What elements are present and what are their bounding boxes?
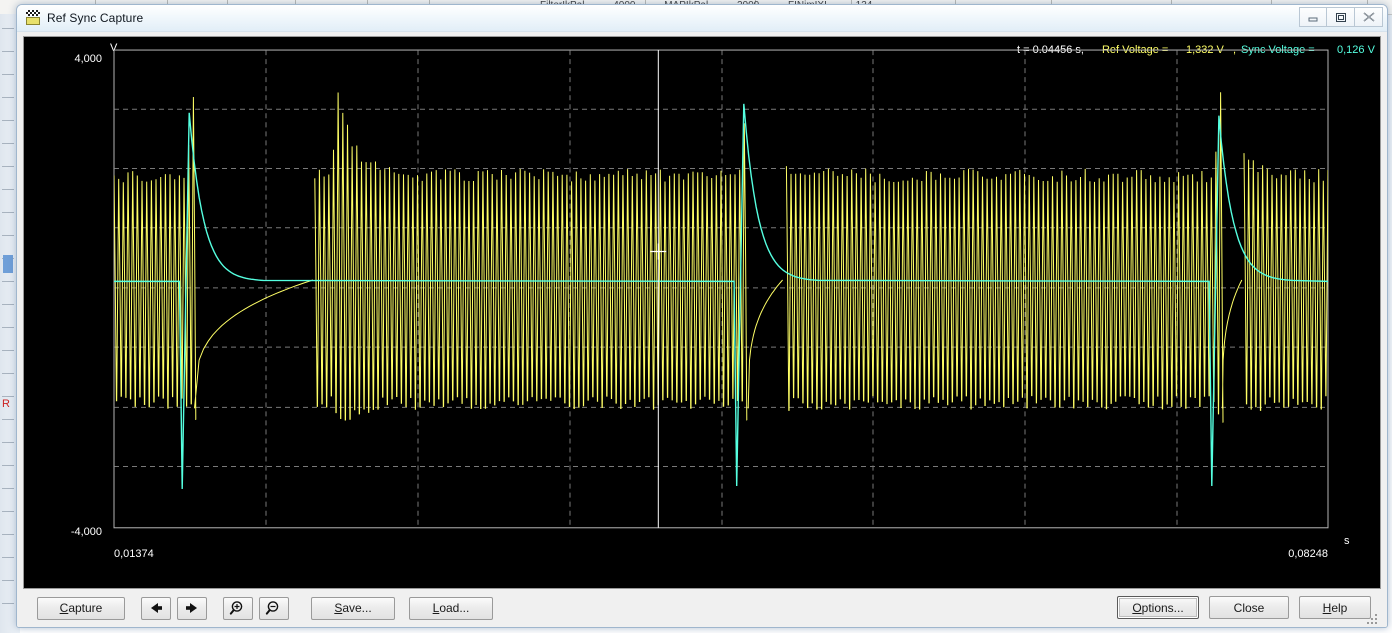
background-tick [2, 74, 14, 75]
options-button[interactable]: Options... [1117, 596, 1199, 619]
zoom-out-icon [265, 601, 279, 615]
background-tick [2, 534, 14, 535]
maximize-icon[interactable] [1327, 7, 1355, 27]
load-button[interactable]: Load... [409, 596, 493, 620]
background-tick [2, 97, 14, 98]
background-tick [2, 396, 14, 397]
background-tick [2, 281, 14, 282]
next-arrow-icon [186, 603, 197, 613]
x-axis-unit: s [1344, 535, 1350, 547]
background-tick [2, 143, 14, 144]
y-axis-min-label: -4,000 [71, 526, 102, 538]
zoom-out-button[interactable] [259, 596, 289, 620]
ref-sync-capture-window: Ref Sync Capture t = 0.04456 s, Ref Volt… [16, 4, 1388, 628]
help-button[interactable]: Help [1299, 596, 1371, 619]
background-tick [2, 373, 14, 374]
bottom-toolbar: Capture Save... Load... Options... Close… [23, 589, 1381, 627]
close-button-label: Close [1233, 600, 1265, 615]
x-axis-min-label: 0,01374 [114, 548, 154, 560]
background-tick [2, 327, 14, 328]
window-title: Ref Sync Capture [47, 11, 144, 25]
next-button[interactable] [177, 596, 207, 620]
help-button-label: Help [1322, 600, 1348, 615]
save-button-label: Save... [334, 601, 372, 615]
capture-button[interactable]: Capture [37, 596, 125, 620]
prev-arrow-icon [151, 603, 162, 613]
zoom-in-icon [229, 601, 243, 615]
background-tick [2, 120, 14, 121]
background-tick [2, 465, 14, 466]
close-icon[interactable] [1355, 7, 1383, 27]
oscilloscope-plot[interactable]: t = 0.04456 s, Ref Voltage = 1,332 V , S… [23, 36, 1381, 589]
background-tick [2, 51, 14, 52]
save-button[interactable]: Save... [311, 596, 395, 620]
readout-sync-value: 0,126 V [1337, 44, 1376, 56]
minimize-icon[interactable] [1299, 7, 1327, 27]
background-tick [2, 488, 14, 489]
background-tick [2, 557, 14, 558]
background-tick [2, 603, 14, 604]
y-axis-max-label: 4,000 [74, 53, 102, 65]
close-button[interactable]: Close [1209, 596, 1289, 619]
background-tick [2, 511, 14, 512]
zoom-in-button[interactable] [223, 596, 253, 620]
background-tick [2, 28, 14, 29]
x-axis-max-label: 0,08248 [1288, 548, 1328, 560]
prev-button[interactable] [141, 596, 171, 620]
dialog-buttons: Options... Close Help [1117, 596, 1371, 619]
title-bar[interactable]: Ref Sync Capture [17, 5, 1387, 32]
window-controls [1299, 7, 1383, 27]
background-tick [2, 419, 14, 420]
capture-flag-icon [25, 10, 41, 26]
client-area: t = 0.04456 s, Ref Voltage = 1,332 V , S… [17, 32, 1387, 627]
resize-grip-icon[interactable] [1365, 612, 1379, 626]
capture-label-rest: apture [68, 601, 103, 615]
background-tick [2, 304, 14, 305]
background-red-letter: R [2, 398, 10, 410]
background-tick [2, 189, 14, 190]
background-tick [2, 350, 14, 351]
load-button-label: Load... [432, 601, 470, 615]
options-button-label: Options... [1132, 600, 1184, 615]
background-tick [2, 580, 14, 581]
scope-canvas: t = 0.04456 s, Ref Voltage = 1,332 V , S… [24, 37, 1380, 588]
background-tick [2, 235, 14, 236]
background-tick [2, 166, 14, 167]
capture-button-label: Capture [59, 601, 103, 615]
background-blue-marker [3, 255, 13, 273]
background-tick [2, 212, 14, 213]
background-tick [2, 442, 14, 443]
